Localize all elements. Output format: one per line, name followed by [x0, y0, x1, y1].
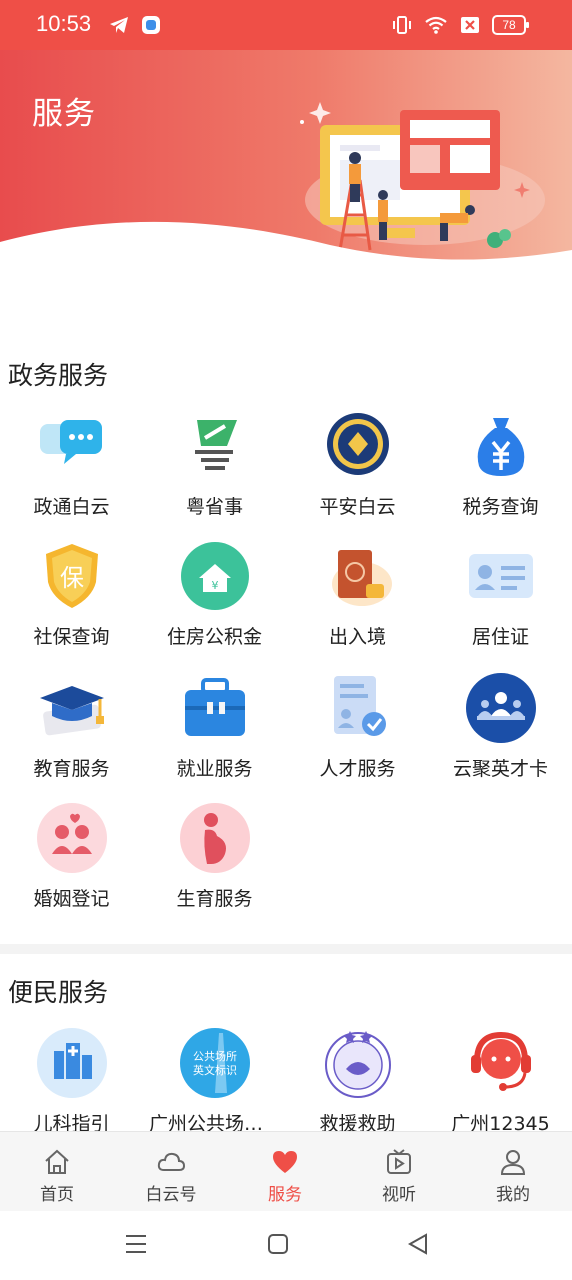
service-housing-fund[interactable]: ¥ 住房公积金	[143, 540, 286, 665]
tile-label: 政通白云	[33, 496, 110, 518]
vibrate-icon	[393, 16, 411, 34]
section-title-convenience: 便民服务	[8, 978, 109, 1007]
service-exit-entry[interactable]: 出入境	[286, 540, 429, 665]
chat-bubbles-icon	[40, 420, 102, 464]
house-fund-icon: ¥	[181, 542, 249, 610]
tab-label: 服务	[268, 1185, 302, 1205]
service-education[interactable]: 教育服务	[0, 672, 143, 797]
no-sim-icon	[461, 17, 479, 33]
briefcase-icon	[185, 678, 245, 736]
tile-label: 儿科指引	[33, 1113, 110, 1131]
home-square-icon[interactable]	[267, 1233, 289, 1255]
service-zhengtong-baiyun[interactable]: 政通白云	[0, 410, 143, 535]
service-yunju-talent-card[interactable]: 云聚英才卡	[429, 672, 572, 797]
service-guangzhou-12345[interactable]: 广州12345	[429, 1027, 572, 1131]
user-icon	[500, 1150, 526, 1175]
sign-text-line2: 英文标识	[193, 1063, 237, 1077]
public-place-sign-icon: 公共场所 英文标识	[180, 1028, 250, 1098]
police-badge-icon	[327, 413, 389, 475]
service-social-security[interactable]: 保 社保查询	[0, 540, 143, 665]
bottom-tab-bar: 首页 白云号 服务 视听 我的	[0, 1131, 572, 1211]
app-notification-icon	[142, 16, 160, 34]
wifi-icon	[425, 16, 447, 34]
tile-label: 社保查询	[33, 626, 110, 648]
section-divider	[0, 944, 572, 954]
talent-document-icon	[334, 676, 386, 736]
service-talent[interactable]: 人才服务	[286, 672, 429, 797]
money-bag-icon	[477, 418, 525, 476]
cloud-icon	[157, 1152, 185, 1171]
service-pediatric-guide[interactable]: 儿科指引	[0, 1027, 143, 1131]
back-icon[interactable]	[406, 1233, 430, 1255]
tab-home[interactable]: 首页	[0, 1132, 114, 1212]
status-bar: 10:53 78	[0, 0, 572, 50]
tab-baiyunhao[interactable]: 白云号	[114, 1132, 228, 1212]
tab-services[interactable]: 服务	[228, 1132, 342, 1212]
tile-label: 云聚英才卡	[452, 758, 548, 780]
service-pingan-baiyun[interactable]: 平安白云	[286, 410, 429, 535]
tile-label: 住房公积金	[166, 626, 262, 648]
telegram-icon	[110, 17, 128, 33]
tab-label: 白云号	[145, 1185, 197, 1205]
tile-label: 粤省事	[185, 496, 243, 518]
tile-label: 生育服务	[176, 888, 253, 910]
svg-text:¥: ¥	[212, 579, 219, 592]
hospital-icon	[37, 1028, 107, 1098]
service-tax-query[interactable]: 税务查询	[429, 410, 572, 535]
service-yueshengshi[interactable]: 粤省事	[143, 410, 286, 535]
tab-label: 首页	[40, 1185, 74, 1205]
social-security-shield-icon: 保	[46, 544, 98, 608]
svg-text:保: 保	[60, 564, 84, 592]
menu-icon[interactable]	[124, 1233, 148, 1255]
tile-label: 广州公共场所…	[149, 1113, 283, 1131]
tile-label: 出入境	[328, 626, 386, 648]
service-employment[interactable]: 就业服务	[143, 672, 286, 797]
battery-indicator: 78	[492, 15, 529, 35]
tile-label: 就业服务	[176, 758, 253, 780]
service-rescue-aid[interactable]: 救援救助	[286, 1027, 429, 1131]
section-title-gov: 政务服务	[8, 361, 109, 390]
tile-label: 救援救助	[319, 1113, 396, 1131]
service-maternity[interactable]: 生育服务	[143, 802, 286, 927]
tile-label: 教育服务	[33, 758, 110, 780]
tab-label: 我的	[496, 1185, 530, 1205]
page-title: 服务	[32, 96, 96, 132]
tile-label: 婚姻登记	[33, 888, 110, 910]
tab-label: 视听	[382, 1185, 416, 1205]
yueshengshi-logo-icon	[195, 420, 237, 470]
rescue-seal-icon	[325, 1031, 391, 1098]
sign-text-line1: 公共场所	[193, 1049, 237, 1063]
service-public-place-signs[interactable]: 公共场所 英文标识 广州公共场所…	[143, 1027, 286, 1131]
id-card-icon	[469, 554, 533, 598]
pregnancy-icon	[180, 803, 250, 873]
tab-mine[interactable]: 我的	[456, 1132, 570, 1212]
service-marriage[interactable]: 婚姻登记	[0, 802, 143, 927]
home-icon	[45, 1149, 69, 1174]
tile-label: 广州12345	[451, 1113, 550, 1131]
people-group-icon	[466, 673, 536, 743]
banner-illustration	[0, 102, 572, 260]
passport-icon	[332, 550, 392, 606]
tab-media[interactable]: 视听	[342, 1132, 456, 1212]
graduation-cap-icon	[40, 686, 104, 736]
heart-icon	[273, 1151, 297, 1173]
tile-label: 居住证	[471, 626, 529, 648]
tile-label: 人才服务	[319, 758, 396, 780]
tile-label: 平安白云	[319, 496, 396, 518]
status-time: 10:53	[36, 11, 92, 36]
system-navigation-bar	[0, 1211, 572, 1280]
hotline-headset-icon	[471, 1031, 531, 1091]
couple-icon	[37, 803, 107, 873]
header-banner: 服务	[0, 50, 572, 260]
service-residence-permit[interactable]: 居住证	[429, 540, 572, 665]
tile-label: 税务查询	[462, 496, 539, 518]
tv-play-icon	[387, 1149, 411, 1174]
convenience-service-grid: 儿科指引 公共场所 英文标识 广州公共场所… 救援救助 广州12345	[0, 1027, 572, 1131]
